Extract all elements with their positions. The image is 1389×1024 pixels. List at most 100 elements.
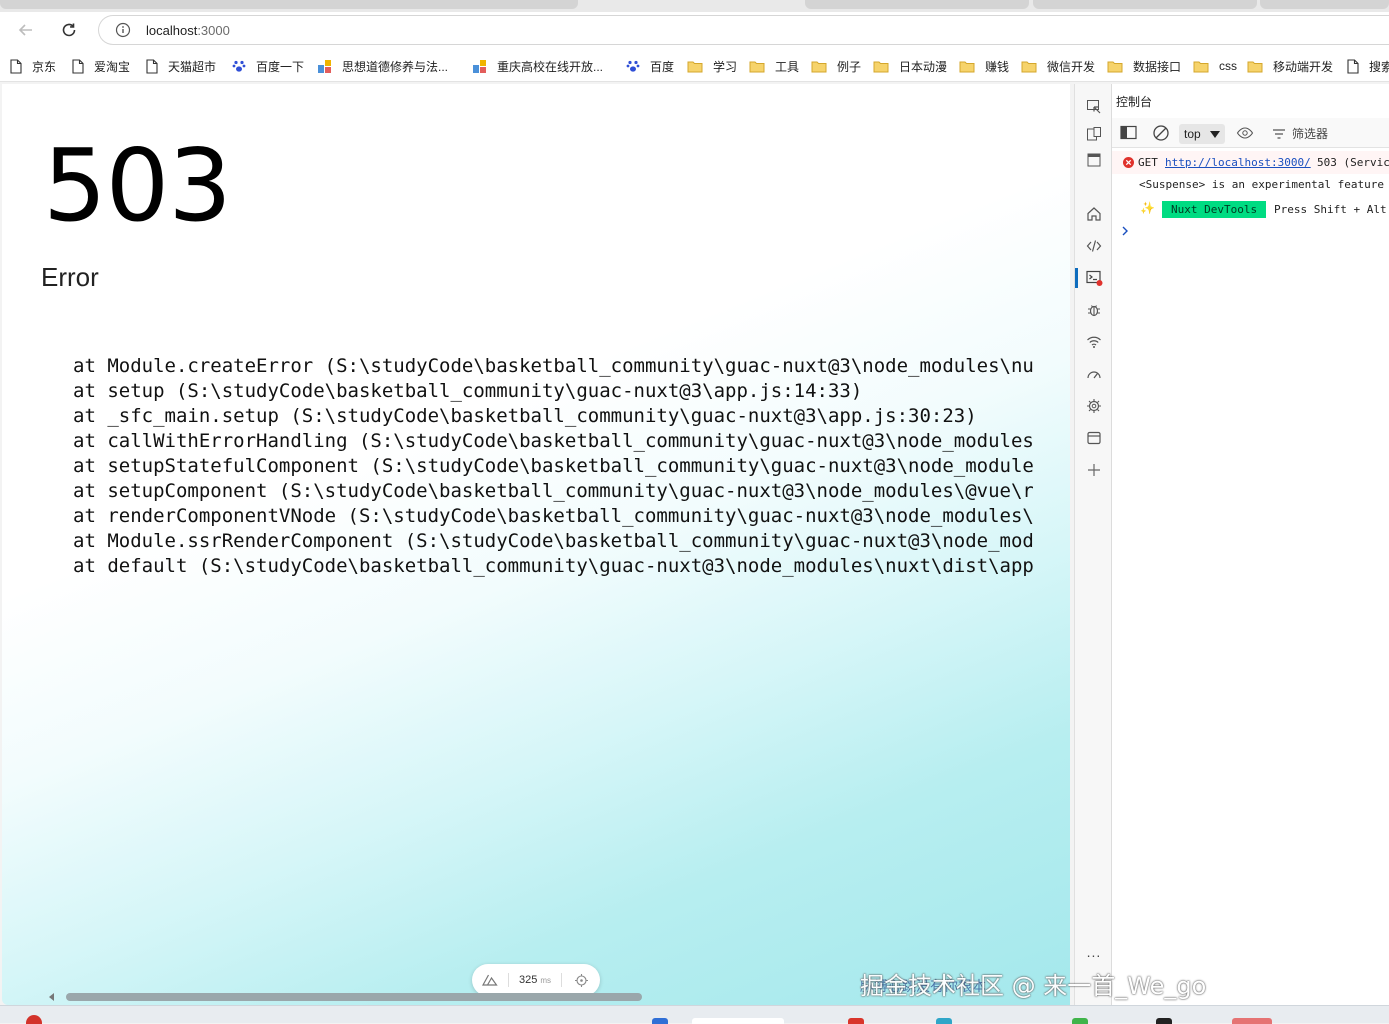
more-options-icon[interactable]: ... — [1084, 942, 1104, 962]
performance-gauge-icon[interactable] — [1084, 364, 1104, 384]
bookmark-item[interactable]: 百度一下 — [232, 57, 304, 75]
back-arrow-icon — [18, 24, 32, 36]
reload-icon — [62, 23, 76, 37]
bookmark-item[interactable]: 重庆高校在线开放... — [472, 57, 603, 75]
welcome-home-icon[interactable] — [1084, 204, 1104, 224]
bookmark-item[interactable]: 数据接口 — [1107, 57, 1181, 75]
bookmark-label: 京东 — [32, 59, 57, 74]
back-button[interactable] — [12, 16, 40, 44]
bookmark-item[interactable]: 工具 — [749, 57, 799, 75]
inspect-target-icon[interactable] — [562, 973, 600, 987]
stack-frame-line: at renderComponentVNode (S:\studyCode\ba… — [73, 505, 1033, 527]
reload-button[interactable] — [55, 16, 83, 44]
active-tab-indicator — [1075, 268, 1078, 288]
tab-edge[interactable] — [1033, 0, 1257, 9]
application-storage-icon[interactable] — [1084, 428, 1104, 448]
scroll-left-arrow-icon[interactable] — [48, 992, 56, 1002]
error-status-label: Error — [41, 262, 99, 292]
console-icon[interactable] — [1084, 268, 1104, 288]
more-tools-plus-icon[interactable] — [1084, 460, 1104, 480]
stack-frame-line: at setup (S:\studyCode\basketball_commun… — [73, 380, 863, 402]
error-status-code: 503 — [43, 127, 232, 244]
sidebar-toggle-icon[interactable] — [1120, 125, 1137, 145]
clear-console-icon[interactable] — [1152, 124, 1170, 147]
address-bar[interactable]: localhost:3000 — [98, 15, 1389, 45]
filter-label: 筛选器 — [1292, 127, 1329, 141]
folder-icon — [1247, 60, 1268, 73]
memory-chip-icon[interactable] — [1084, 396, 1104, 416]
folder-icon — [873, 60, 894, 73]
context-select[interactable]: top — [1179, 124, 1225, 144]
live-expression-eye-icon[interactable] — [1236, 125, 1254, 146]
network-wifi-icon[interactable] — [1084, 332, 1104, 352]
url-port: :3000 — [197, 23, 230, 38]
tab-edge[interactable] — [805, 0, 1029, 9]
bookmark-item[interactable]: 爱淘宝 — [72, 57, 130, 75]
console-nuxt-row[interactable]: ✨ Nuxt DevTools Press Shift + Alt — [1112, 198, 1389, 221]
taskbar-app-icon[interactable] — [848, 1018, 864, 1024]
taskbar-app-icon[interactable] — [1232, 1018, 1272, 1024]
folder-icon — [749, 60, 770, 73]
bookmark-label: 微信开发 — [1047, 59, 1096, 74]
stack-frame-line: at Module.ssrRenderComponent (S:\studyCo… — [73, 530, 1033, 552]
sparkle-icon: ✨ — [1140, 201, 1155, 215]
tab-edge[interactable] — [1260, 0, 1389, 9]
bookmark-label: 百度一下 — [256, 59, 305, 74]
devtools-console-panel: 控制台 top 筛选器 GET http://localhost:3000/ 5… — [1112, 84, 1389, 1005]
taskbar-app-icon[interactable] — [1072, 1018, 1088, 1024]
taskbar-search-box[interactable] — [692, 1018, 784, 1024]
folder-icon — [1107, 60, 1128, 73]
taskbar-app-icon[interactable] — [1156, 1018, 1172, 1024]
error-icon — [1123, 157, 1134, 168]
sources-bug-icon[interactable] — [1084, 300, 1104, 320]
bookmark-item[interactable]: 百度 — [626, 57, 674, 75]
bookmark-item[interactable]: 日本动漫 — [873, 57, 947, 75]
error-url-link[interactable]: http://localhost:3000/ — [1165, 156, 1311, 169]
app-icon — [317, 59, 337, 74]
folder-icon — [1193, 60, 1214, 73]
start-menu-icon[interactable] — [652, 1018, 668, 1024]
bookmark-item[interactable]: 赚钱 — [959, 57, 1009, 75]
scrollbar-thumb[interactable] — [66, 993, 642, 1001]
stack-frame-line: at _sfc_main.setup (S:\studyCode\basketb… — [73, 405, 977, 427]
stack-frame-line: at default (S:\studyCode\basketball_comm… — [73, 555, 1033, 577]
inspect-element-icon[interactable] — [1084, 97, 1104, 117]
bookmark-label: 百度 — [650, 59, 675, 74]
taskbar-app-icon[interactable] — [936, 1018, 952, 1024]
site-info-icon[interactable] — [115, 22, 131, 43]
render-time-value: 325 — [518, 974, 538, 986]
tab-strip — [0, 0, 1389, 12]
active-tab-edge[interactable] — [0, 0, 578, 9]
nuxt-logo-icon[interactable] — [472, 974, 508, 986]
console-error-row[interactable]: GET http://localhost:3000/ 503 (Servic — [1112, 151, 1389, 174]
console-toolbar: top 筛选器 — [1112, 118, 1389, 148]
watermark: 掘金技术社区 @ 来一首_We_go — [860, 972, 1207, 1000]
url-host: localhost — [146, 23, 198, 38]
filter-icon — [1273, 128, 1285, 139]
folder-icon — [1021, 60, 1042, 73]
bookmark-item[interactable]: 例子 — [811, 57, 861, 75]
paw-icon — [626, 59, 645, 73]
filter-control[interactable]: 筛选器 — [1272, 125, 1328, 142]
console-prompt-chevron-icon[interactable] — [1121, 224, 1129, 242]
bookmark-item[interactable]: 学习 — [687, 57, 737, 75]
address-url[interactable]: localhost:3000 — [146, 23, 230, 38]
bookmark-item[interactable]: 搜索 — [1347, 57, 1389, 75]
dock-panel-icon[interactable] — [1084, 150, 1104, 170]
bookmark-item[interactable]: 京东 — [10, 57, 56, 75]
bookmark-item[interactable]: 天猫超市 — [146, 57, 216, 75]
elements-code-icon[interactable] — [1084, 236, 1104, 256]
bookmark-item[interactable]: css — [1193, 57, 1237, 75]
bookmark-item[interactable]: 移动端开发 — [1247, 57, 1333, 75]
console-warning-row[interactable]: <Suspense> is an experimental feature — [1112, 173, 1389, 196]
bookmark-label: 爱淘宝 — [94, 59, 131, 74]
bookmark-label: 例子 — [837, 59, 862, 74]
bookmark-item[interactable]: 思想道德修养与法... — [317, 57, 448, 75]
bookmark-label: 移动端开发 — [1273, 59, 1334, 74]
chevron-down-icon — [1210, 131, 1220, 138]
bookmark-item[interactable]: 微信开发 — [1021, 57, 1095, 75]
context-select-value: top — [1184, 127, 1201, 141]
device-emulation-icon[interactable] — [1084, 124, 1104, 144]
stack-frame-line: at setupStatefulComponent (S:\studyCode\… — [73, 455, 1033, 477]
browser-toolbar: localhost:3000 — [0, 12, 1389, 48]
